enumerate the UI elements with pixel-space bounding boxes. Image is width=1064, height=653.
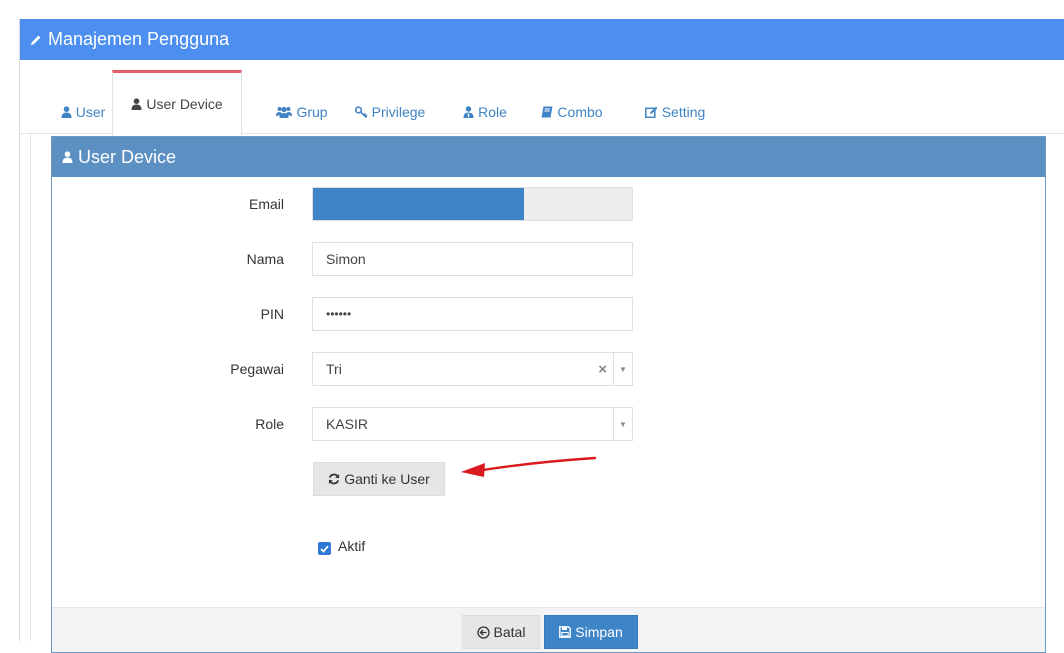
save-label: Simpan	[575, 624, 623, 640]
aktif-label: Aktif	[338, 538, 366, 554]
email-field[interactable]	[312, 187, 633, 221]
user-icon	[131, 98, 142, 110]
aktif-checkbox[interactable]	[318, 542, 331, 555]
user-device-panel: User Device Email Nama Simon PIN •••••• …	[51, 136, 1046, 653]
tab-label: Grup	[296, 104, 328, 120]
panel-title: User Device	[78, 146, 177, 167]
pegawai-value: Tri	[326, 361, 342, 377]
nama-label: Nama	[246, 251, 284, 267]
pegawai-select[interactable]: Tri × ▼	[312, 352, 633, 386]
user-icon	[61, 106, 72, 118]
check-icon	[320, 545, 329, 553]
arrow-circle-left-icon	[476, 625, 490, 639]
tab-label: User Device	[146, 96, 223, 112]
panel-footer: Batal Simpan	[52, 607, 1045, 652]
nama-input[interactable]: Simon	[312, 242, 633, 276]
main-header: Manajemen Pengguna	[20, 19, 1064, 60]
clear-icon[interactable]: ×	[598, 361, 607, 378]
user-icon	[62, 151, 73, 163]
tab-label: Combo	[557, 104, 603, 120]
users-icon	[276, 106, 293, 118]
cancel-button[interactable]: Batal	[462, 615, 540, 649]
book-icon	[541, 106, 553, 118]
refresh-icon	[329, 473, 340, 485]
page-title: Manajemen Pengguna	[48, 29, 230, 49]
switch-to-user-label: Ganti ke User	[344, 471, 430, 487]
email-label: Email	[248, 196, 284, 212]
user-tie-icon	[463, 106, 474, 118]
nama-value: Simon	[326, 251, 366, 267]
tab-bar: User User Device Grup Privilege Role Com…	[20, 60, 1064, 135]
annotation-arrow-icon	[461, 456, 597, 477]
pegawai-label: Pegawai	[230, 361, 284, 377]
pin-input[interactable]: ••••••	[312, 297, 633, 331]
cancel-label: Batal	[493, 624, 526, 640]
switch-to-user-button[interactable]: Ganti ke User	[313, 462, 445, 496]
save-button[interactable]: Simpan	[544, 615, 638, 649]
key-icon	[354, 106, 368, 118]
email-redacted-fill	[313, 188, 524, 220]
tab-label: Setting	[661, 104, 706, 120]
pin-value: ••••••	[326, 307, 352, 321]
tab-label: User	[75, 104, 106, 120]
pencil-icon	[31, 35, 41, 45]
tab-privilege[interactable]: Privilege	[335, 90, 445, 134]
tab-label: Privilege	[371, 104, 426, 120]
chevron-down-icon[interactable]: ▼	[613, 408, 632, 440]
role-value: KASIR	[326, 416, 369, 432]
tab-setting[interactable]: Setting	[625, 90, 725, 134]
role-select[interactable]: KASIR ▼	[312, 407, 633, 441]
chevron-down-icon[interactable]: ▼	[613, 353, 632, 385]
tab-role[interactable]: Role	[440, 90, 530, 134]
save-icon	[559, 626, 572, 638]
role-label: Role	[255, 416, 284, 432]
tab-user-device[interactable]: User Device	[112, 70, 242, 135]
panel-header: User Device	[52, 137, 1045, 177]
edit-icon	[644, 106, 658, 118]
tab-label: Role	[478, 104, 507, 120]
pin-label: PIN	[260, 306, 284, 322]
tab-combo[interactable]: Combo	[527, 90, 617, 134]
